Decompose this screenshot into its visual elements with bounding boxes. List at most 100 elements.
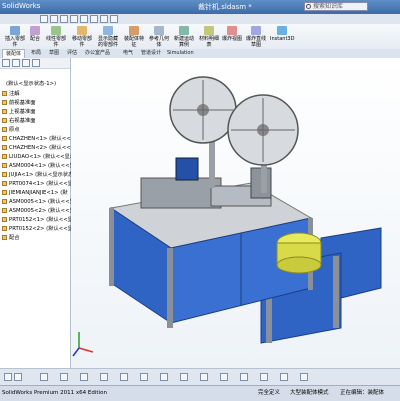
scene-icon[interactable] [200, 373, 208, 381]
view-icon[interactable] [40, 373, 48, 381]
tree-item[interactable]: 配合 [2, 234, 20, 243]
control-box [175, 157, 199, 181]
linear-pattern-button[interactable]: 线性零部件 [44, 26, 68, 48]
part-icon [2, 172, 7, 177]
search-placeholder: 搜索知识库 [313, 3, 344, 10]
document-title: 裁针机.sldasm * [198, 3, 252, 11]
bom-icon [204, 26, 214, 35]
new-file-icon[interactable] [40, 15, 48, 23]
reference-geometry-button[interactable]: 参考几何体 [148, 26, 170, 48]
vibration-bowl-base [276, 256, 322, 274]
instant3d-button[interactable]: Instant3D [270, 26, 294, 48]
assembly-icon [2, 208, 7, 213]
section-view-icon[interactable] [120, 373, 128, 381]
part-icon [2, 154, 7, 159]
tree-item[interactable]: ASM0005<1> (默认<<显 [2, 198, 75, 207]
annotation-icon [2, 91, 7, 96]
zoom-area-icon[interactable] [80, 373, 88, 381]
tab-layout[interactable]: 布局 [28, 49, 44, 58]
prev-icon[interactable] [14, 373, 22, 381]
tree-item[interactable]: CHAZHEN<2> (默认<<显 [2, 144, 76, 153]
tree-item[interactable]: JUJIA<1> (默认<显示状态 [2, 171, 73, 180]
tab-piping[interactable]: 管道设计 [138, 49, 164, 58]
realview-icon[interactable] [300, 373, 308, 381]
save-icon[interactable] [60, 15, 68, 23]
tree-item[interactable]: JIEMIANJIANJIE<1> (默 [2, 189, 68, 198]
part-icon [2, 190, 7, 195]
mate-icon [30, 26, 40, 35]
appearance-icon[interactable] [180, 373, 188, 381]
tree-item[interactable]: 上视基准面 [2, 108, 36, 117]
graphics-area[interactable] [71, 58, 400, 368]
property-manager-icon[interactable] [12, 59, 20, 67]
part-icon [2, 181, 7, 186]
part-icon [2, 226, 7, 231]
tab-office-products[interactable]: 办公室产品 [82, 49, 113, 58]
machine-model[interactable] [71, 58, 400, 368]
display-manager-icon[interactable] [32, 59, 40, 67]
tree-item[interactable]: PRT0152<1> (默认<<显 [2, 216, 73, 225]
title-bar: SolidWorks 裁针机.sldasm * 搜索知识库 [0, 0, 400, 14]
tab-simulation[interactable]: Simulation [164, 49, 197, 58]
axis-x [78, 347, 94, 353]
configuration-icon[interactable] [22, 59, 30, 67]
tree-item[interactable]: ASM0004<1> (默认<<显 [2, 162, 75, 171]
mate-button[interactable]: 配合 [28, 26, 42, 48]
explode-line-icon [251, 26, 261, 35]
display-style-icon[interactable] [140, 373, 148, 381]
tree-item[interactable]: 右视基准面 [2, 117, 36, 126]
tree-item[interactable]: 原点 [2, 126, 20, 135]
tree-item[interactable]: PRT0074<1> (默认<<显 [2, 180, 73, 189]
tab-electrical[interactable]: 电气 [120, 49, 136, 58]
tab-sketch[interactable]: 草图 [46, 49, 62, 58]
undo-icon[interactable] [80, 15, 88, 23]
tree-item[interactable]: 注解 [2, 90, 20, 99]
tree-item[interactable]: LIUDAO<1> (默认<<显示 [2, 153, 75, 162]
tree-item[interactable]: CHAZHEN<1> (默认<<显 [2, 135, 76, 144]
feature-manager-tree: (默认<显示状态-1>) 注解 前视基准面 上视基准面 右视基准面 原点 CHA… [0, 58, 76, 368]
exploded-view-button[interactable]: 爆炸视图 [222, 26, 242, 48]
rotate-icon[interactable] [100, 373, 108, 381]
tree-item[interactable]: PRT0152<2> (默认<<显 [2, 225, 73, 234]
axis-z [72, 347, 80, 357]
bom-button[interactable]: 材料明细表 [198, 26, 220, 48]
origin-icon [2, 127, 7, 132]
first-icon[interactable] [4, 373, 12, 381]
new-motion-study-button[interactable]: 新建运动算例 [172, 26, 196, 48]
tree-toolbar [0, 58, 70, 69]
move-component-icon [77, 26, 87, 35]
assembly-features-button[interactable]: 装配体特征 [122, 26, 146, 48]
options-icon[interactable] [110, 15, 118, 23]
shadow-icon[interactable] [240, 373, 248, 381]
definition-state: 完全定义 [258, 390, 281, 396]
search-input[interactable]: 搜索知识库 [304, 2, 368, 11]
rebuild-icon[interactable] [100, 15, 108, 23]
insert-component-button[interactable]: 插入零部件 [4, 26, 26, 48]
tree-item[interactable]: 前视基准面 [2, 99, 36, 108]
assembly-icon [2, 163, 7, 168]
part-icon [2, 145, 7, 150]
explode-line-sketch-button[interactable]: 爆炸直线草图 [244, 26, 268, 48]
open-file-icon[interactable] [50, 15, 58, 23]
perspective-icon[interactable] [260, 373, 268, 381]
print-icon[interactable] [70, 15, 78, 23]
tree-root[interactable]: (默认<显示状态-1>) [6, 80, 56, 89]
reference-geometry-icon [154, 26, 164, 35]
feature-tree-icon[interactable] [2, 59, 10, 67]
product-name: SolidWorks Premium 2011 x64 Edition [2, 390, 107, 396]
select-icon[interactable] [90, 15, 98, 23]
plane-icon [2, 109, 7, 114]
leg [333, 256, 339, 328]
assembly-features-icon [129, 26, 139, 35]
show-hidden-icon [103, 26, 113, 35]
view-settings-icon[interactable] [220, 373, 228, 381]
plane-icon [2, 100, 7, 105]
mates-icon [2, 235, 7, 240]
cartoon-icon[interactable] [280, 373, 288, 381]
tree-item[interactable]: ASM0005<2> (默认<<显 [2, 207, 75, 216]
tab-evaluate[interactable]: 评估 [64, 49, 80, 58]
move-component-button[interactable]: 移动零部件 [70, 26, 94, 48]
show-hidden-button[interactable]: 显示隐藏的零部件 [96, 26, 120, 48]
zoom-fit-icon[interactable] [60, 373, 68, 381]
hide-show-icon[interactable] [160, 373, 168, 381]
